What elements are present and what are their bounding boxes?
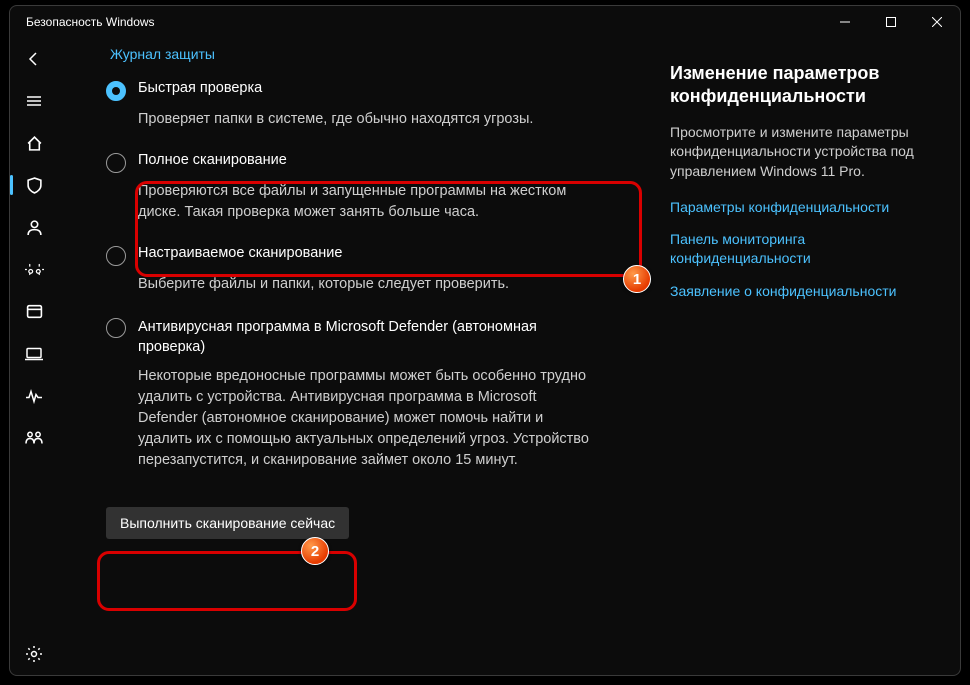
- privacy-settings-link[interactable]: Параметры конфиденциальности: [670, 198, 936, 217]
- annotation-badge-2: 2: [301, 537, 329, 565]
- radio-indicator: [106, 246, 126, 266]
- device-security-icon[interactable]: [10, 332, 58, 374]
- maximize-button[interactable]: [868, 6, 914, 38]
- protection-history-link[interactable]: Журнал защиты: [110, 46, 215, 62]
- privacy-statement-link[interactable]: Заявление о конфиденциальности: [670, 282, 936, 301]
- home-icon[interactable]: [10, 122, 58, 164]
- windows-security-window: Безопасность Windows Журнал защиты: [9, 5, 961, 676]
- device-performance-icon[interactable]: [10, 374, 58, 416]
- back-button[interactable]: [10, 38, 58, 80]
- app-browser-icon[interactable]: [10, 290, 58, 332]
- radio-quick-scan[interactable]: Быстрая проверка: [106, 80, 632, 101]
- sidebar: [10, 38, 58, 675]
- close-button[interactable]: [914, 6, 960, 38]
- radio-indicator-selected: [106, 81, 126, 101]
- settings-icon[interactable]: [10, 633, 58, 675]
- radio-indicator: [106, 153, 126, 173]
- privacy-dashboard-link[interactable]: Панель мониторинга конфиденциальности: [670, 230, 936, 268]
- radio-label: Антивирусная программа в Microsoft Defen…: [138, 317, 568, 358]
- window-controls: [822, 6, 960, 38]
- radio-label: Настраиваемое сканирование: [138, 245, 342, 261]
- radio-full-scan[interactable]: Полное сканирование: [106, 152, 632, 173]
- titlebar: Безопасность Windows: [10, 6, 960, 38]
- radio-label: Полное сканирование: [138, 152, 287, 168]
- virus-protection-icon[interactable]: [10, 164, 58, 206]
- account-protection-icon[interactable]: [10, 206, 58, 248]
- family-options-icon[interactable]: [10, 416, 58, 458]
- radio-description: Некоторые вредоносные программы может бы…: [138, 366, 598, 471]
- main-content: Журнал защиты Быстрая проверка Проверяет…: [58, 38, 660, 675]
- radio-offline-scan[interactable]: Антивирусная программа в Microsoft Defen…: [106, 317, 632, 358]
- radio-custom-scan[interactable]: Настраиваемое сканирование: [106, 245, 632, 266]
- privacy-side-panel: Изменение параметров конфиденциальности …: [660, 38, 960, 675]
- side-panel-description: Просмотрите и измените параметры конфиде…: [670, 123, 936, 182]
- side-panel-title: Изменение параметров конфиденциальности: [670, 62, 936, 109]
- radio-description: Проверяет папки в системе, где обычно на…: [138, 109, 608, 130]
- radio-description: Выберите файлы и папки, которые следует …: [138, 274, 608, 295]
- menu-button[interactable]: [10, 80, 58, 122]
- annotation-badge-1: 1: [623, 265, 651, 293]
- firewall-icon[interactable]: [10, 248, 58, 290]
- radio-description: Проверяются все файлы и запущенные прогр…: [138, 181, 608, 223]
- radio-indicator: [106, 318, 126, 338]
- scan-now-button[interactable]: Выполнить сканирование сейчас: [106, 507, 349, 539]
- window-title: Безопасность Windows: [10, 15, 155, 29]
- radio-label: Быстрая проверка: [138, 80, 262, 96]
- minimize-button[interactable]: [822, 6, 868, 38]
